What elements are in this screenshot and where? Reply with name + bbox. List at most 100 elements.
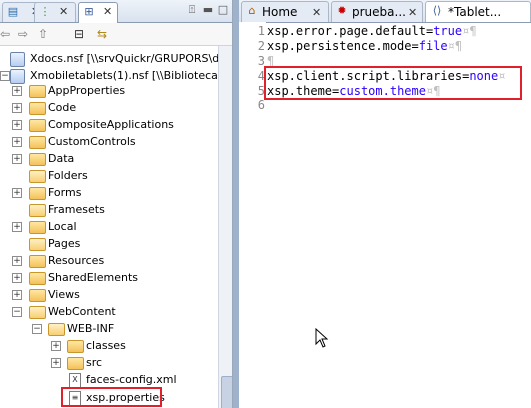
- folder-icon: [29, 102, 46, 115]
- home-icon: ⌂: [248, 4, 256, 17]
- project-tree: Xdocs.nsf [\\srvQuickr/GRUPORS\docu − Xm…: [0, 46, 232, 408]
- scrollbar-thumb[interactable]: [221, 376, 232, 408]
- tree-label: Pages: [48, 237, 81, 250]
- expand-icon[interactable]: +: [12, 154, 22, 164]
- tree-label: Local: [48, 220, 77, 233]
- expand-icon[interactable]: +: [12, 86, 22, 96]
- collapse-all-icon[interactable]: ⊟: [72, 27, 86, 41]
- tree-label: AppProperties: [48, 84, 126, 97]
- folder-icon: [29, 170, 46, 183]
- line-number: 1: [257, 24, 265, 38]
- expand-icon[interactable]: +: [12, 188, 22, 198]
- folder-icon: [29, 187, 46, 200]
- folder-icon: [29, 255, 46, 268]
- whitespace-marker: ¤¶: [447, 39, 463, 53]
- tree-label: WebContent: [48, 305, 116, 318]
- close-icon[interactable]: ✕: [312, 6, 321, 19]
- expand-icon[interactable]: +: [12, 273, 22, 283]
- tree-label: Data: [48, 152, 75, 165]
- tab-home[interactable]: ⌂ Home ✕: [241, 1, 329, 22]
- tree-label: src: [86, 356, 103, 369]
- left-tab-bar: ▤ ✕ ⋮ ✕ ⊞ ✕ ⍐ ▬ □: [0, 0, 232, 23]
- tab-hierarchy[interactable]: ⋮ ✕: [34, 2, 76, 22]
- folder-open-icon: [48, 323, 65, 336]
- tree-label: faces-config.xml: [86, 373, 177, 386]
- folder-icon: [29, 136, 46, 149]
- tree-label: Framesets: [48, 203, 105, 216]
- property-value: file: [418, 39, 448, 53]
- collapse-icon[interactable]: −: [0, 71, 10, 81]
- navigator-icon: ▤: [7, 5, 19, 18]
- folder-icon: [67, 340, 84, 353]
- folder-open-icon: [29, 306, 46, 319]
- expand-icon[interactable]: +: [51, 358, 61, 368]
- collapse-icon[interactable]: −: [32, 324, 42, 334]
- explorer-toolbar: ⇦ ⇨ ⇧ ⊟ ⇆: [0, 23, 232, 46]
- highlight-box-code: [264, 66, 522, 100]
- tree-label: Xdocs.nsf [\\srvQuickr/GRUPORS\docu: [30, 52, 233, 65]
- xml-editor-icon: ⟨⟩: [432, 4, 442, 17]
- folder-icon: [29, 238, 46, 251]
- tab-label: Home: [262, 5, 298, 19]
- tree-label: Views: [48, 288, 80, 301]
- line-number: 6: [257, 98, 265, 112]
- tree-scrollbar[interactable]: [218, 46, 232, 408]
- folder-icon: [29, 153, 46, 166]
- collapse-icon[interactable]: −: [12, 307, 22, 317]
- tab-package-explorer[interactable]: ⊞ ✕: [78, 2, 118, 23]
- tree-label: Resources: [48, 254, 105, 267]
- line-number-gutter: 1 2 3 4 5 6: [239, 22, 266, 408]
- close-icon[interactable]: ✕: [59, 5, 68, 18]
- close-icon[interactable]: ✕: [103, 5, 112, 18]
- tree-label: Code: [48, 101, 77, 114]
- expand-icon[interactable]: +: [12, 103, 22, 113]
- expand-icon[interactable]: +: [12, 222, 22, 232]
- mouse-pointer-icon: [315, 328, 329, 348]
- forward-icon[interactable]: ⇨: [16, 27, 30, 41]
- back-icon[interactable]: ⇦: [0, 27, 12, 41]
- xml-file-icon: X: [69, 373, 81, 388]
- view-menu-icon[interactable]: ⍐: [186, 4, 198, 16]
- link-with-editor-icon[interactable]: ⇆: [95, 27, 109, 41]
- tab-label: *Tablet...: [448, 5, 502, 19]
- package-explorer-pane: ▤ ✕ ⋮ ✕ ⊞ ✕ ⍐ ▬ □ ⇦ ⇨ ⇧ ⊟ ⇆ Xdocs.nsf [\…: [0, 0, 233, 408]
- line-number: 2: [257, 39, 265, 53]
- highlight-box-file: [61, 387, 162, 407]
- property-key: xsp.error.page.default: [267, 24, 426, 38]
- code-line: xsp.error.page.default=true¤¶: [267, 23, 477, 39]
- expand-icon[interactable]: +: [12, 120, 22, 130]
- expand-icon[interactable]: +: [12, 256, 22, 266]
- expand-icon[interactable]: +: [12, 290, 22, 300]
- expand-icon[interactable]: +: [12, 137, 22, 147]
- folder-icon: [67, 357, 84, 370]
- folder-icon: [29, 221, 46, 234]
- code-line: xsp.persistence.mode=file¤¶: [267, 38, 462, 54]
- tab-prueba[interactable]: ✹ prueba... ✕: [331, 1, 423, 22]
- whitespace-marker: ¤¶: [462, 24, 477, 38]
- editor-tab-bar: ⌂ Home ✕ ✹ prueba... ✕ ⟨⟩ *Tablet...: [239, 0, 531, 23]
- folder-icon: [29, 272, 46, 285]
- tab-label: prueba...: [352, 5, 406, 19]
- property-value: true: [433, 24, 463, 38]
- package-explorer-icon: ⊞: [84, 5, 94, 18]
- folder-icon: [29, 289, 46, 302]
- folder-icon: [29, 204, 46, 217]
- minimize-icon[interactable]: ▬: [202, 4, 214, 16]
- xpage-icon: ✹: [337, 4, 347, 17]
- tab-tablet[interactable]: ⟨⟩ *Tablet...: [425, 1, 531, 22]
- tree-label: WEB-INF: [67, 322, 115, 335]
- up-icon[interactable]: ⇧: [36, 27, 50, 41]
- close-icon[interactable]: ✕: [408, 6, 417, 19]
- expand-icon[interactable]: +: [51, 341, 61, 351]
- tree-label: classes: [86, 339, 126, 352]
- tree-label: SharedElements: [48, 271, 138, 284]
- maximize-icon[interactable]: □: [217, 4, 229, 16]
- hierarchy-icon: ⋮: [39, 5, 51, 18]
- folder-icon: [29, 119, 46, 132]
- editor-pane: ⌂ Home ✕ ✹ prueba... ✕ ⟨⟩ *Tablet... 1 2…: [239, 0, 531, 408]
- tree-label: Folders: [48, 169, 88, 182]
- equals-sign: =: [411, 39, 419, 53]
- tree-label: Forms: [48, 186, 82, 199]
- tree-label: CustomControls: [48, 135, 136, 148]
- tree-label: CompositeApplications: [48, 118, 174, 131]
